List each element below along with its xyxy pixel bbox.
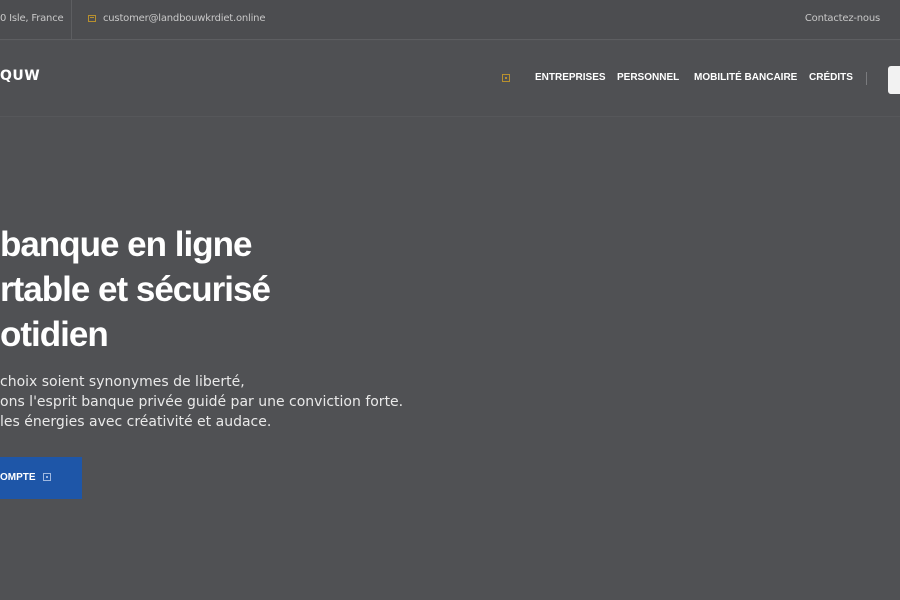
nav-link-credits[interactable]: CRÉDITS xyxy=(809,72,853,83)
nav-divider xyxy=(866,72,867,85)
hero-title-line: rtable et sécurisé xyxy=(0,270,271,309)
nav-cta-button[interactable] xyxy=(888,66,900,94)
open-account-button[interactable]: OMPTE xyxy=(0,457,82,499)
nav-link-entreprises[interactable]: ENTREPRISES xyxy=(535,72,606,83)
nav-link-personnel[interactable]: PERSONNEL xyxy=(617,72,679,83)
location-text: 0 Isle, France xyxy=(0,13,64,24)
arrow-icon xyxy=(43,473,51,481)
main-navigation: QUW ENTREPRISES PERSONNEL MOBILITÉ BANCA… xyxy=(0,41,900,117)
mail-icon xyxy=(88,15,96,22)
hero-text-line: choix soient synonymes de liberté, xyxy=(0,374,245,390)
hero-title-line: otidien xyxy=(0,315,109,354)
hero-description: choix soient synonymes de liberté, ons l… xyxy=(0,372,403,432)
square-icon[interactable] xyxy=(502,74,510,82)
topbar-divider xyxy=(71,0,72,40)
top-info-bar: 0 Isle, France customer@landbouwkrdiet.o… xyxy=(0,0,900,40)
nav-link-mobilite-bancaire[interactable]: MOBILITÉ BANCAIRE xyxy=(694,72,797,83)
email-link[interactable]: customer@landbouwkrdiet.online xyxy=(103,13,265,24)
hero-title-line: banque en ligne xyxy=(0,225,252,264)
hero-text-line: ons l'esprit banque privée guidé par une… xyxy=(0,394,404,410)
brand-logo[interactable]: QUW xyxy=(0,68,40,84)
hero-title: banque en ligne rtable et sécurisé otidi… xyxy=(0,222,271,357)
open-account-label: OMPTE xyxy=(0,472,36,483)
contact-link[interactable]: Contactez-nous xyxy=(805,13,880,24)
hero-text-line: les énergies avec créativité et audace. xyxy=(0,414,272,430)
